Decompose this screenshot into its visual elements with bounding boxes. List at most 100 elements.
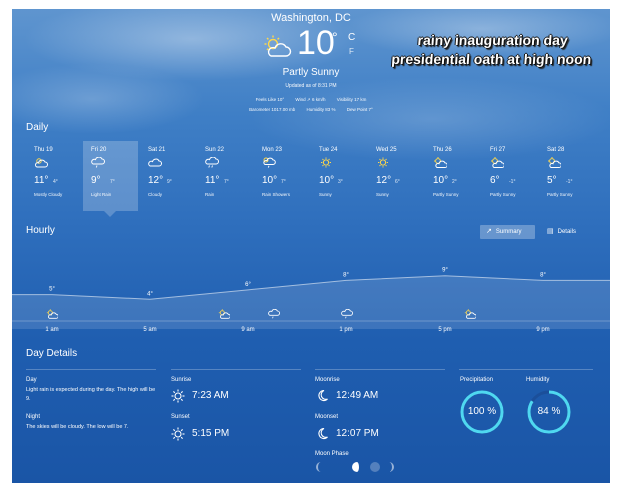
day-low-temp: 9° xyxy=(167,179,172,185)
moonrise-label: Moonrise xyxy=(315,377,340,383)
night-description: The skies will be cloudy. The low will b… xyxy=(26,424,129,430)
sunset-icon xyxy=(171,427,185,441)
day-low-temp: -1° xyxy=(566,179,573,185)
day-low-temp: 2° xyxy=(452,179,457,185)
humidity-stat: Humidity 83 % xyxy=(306,107,336,112)
day-low-temp: 3° xyxy=(338,179,343,185)
selected-day-indicator xyxy=(104,211,116,217)
details-button-label: Details xyxy=(557,229,576,235)
day-name: Tue 24 xyxy=(319,147,338,153)
overlay-caption: rainy inauguration day presidential oath… xyxy=(381,31,604,69)
day-low-temp: 7° xyxy=(224,179,229,185)
celsius-toggle[interactable]: C xyxy=(348,32,355,43)
precipitation-value: 100 % xyxy=(467,406,497,417)
daily-forecast-day[interactable]: Sat 21 12° 9° Cloudy xyxy=(140,141,195,211)
barometer: Barometer 1017.00 mb xyxy=(249,107,296,112)
dew-point: Dew Point 7° xyxy=(346,107,373,112)
day-high-temp: 12° xyxy=(148,175,164,186)
moon-phase-icons xyxy=(316,462,394,472)
cloudy-icon xyxy=(148,158,162,167)
day-description: Light rain is expected during the day. T… xyxy=(26,387,156,402)
hourly-time-label: 1 am xyxy=(45,327,59,333)
hourly-heading: Hourly xyxy=(26,225,55,236)
divider xyxy=(459,369,593,370)
day-name: Fri 20 xyxy=(91,147,107,153)
moon-phase-icon xyxy=(316,462,321,472)
sunrise-icon xyxy=(171,389,185,403)
night-label: Night xyxy=(26,414,41,420)
daily-forecast-day[interactable]: Fri 20 9° 7° Light Rain xyxy=(83,141,138,211)
moonset-icon xyxy=(318,427,328,440)
hourly-temp-label: 4° xyxy=(147,291,153,297)
day-name: Thu 26 xyxy=(433,147,452,153)
visibility: Visibility 17 km xyxy=(336,97,367,102)
daily-forecast-day[interactable]: Sat 28 5° -1° Partly Sunny xyxy=(539,141,594,211)
day-name: Wed 25 xyxy=(376,147,397,153)
overlay-caption-line-2: presidential oath at high noon xyxy=(390,51,592,67)
hourly-time-label: 5 pm xyxy=(438,327,452,333)
updated-time: Updated as of 8:31 PM xyxy=(285,83,337,89)
day-low-temp: 7° xyxy=(281,179,286,185)
moon-phase-label: Moon Phase xyxy=(315,451,349,457)
current-stats-row-2: Barometer 1017.00 mb Humidity 83 % Dew P… xyxy=(12,107,610,112)
day-high-temp: 5° xyxy=(547,175,557,186)
location-name[interactable]: Washington, DC xyxy=(12,12,610,24)
chart-icon: ↗ xyxy=(486,228,492,235)
overlay-caption-line-1: rainy inauguration day xyxy=(417,32,569,48)
day-high-temp: 12° xyxy=(376,175,392,186)
fahrenheit-toggle[interactable]: F xyxy=(349,47,354,56)
details-button[interactable]: ▤ Details xyxy=(541,225,591,239)
day-high-temp: 10° xyxy=(262,175,278,186)
precipitation-label: Precipitation xyxy=(460,377,494,383)
summary-button[interactable]: ↗ Summary xyxy=(480,225,535,239)
moonset-time: 12:07 PM xyxy=(336,428,379,439)
hourly-temperature-chart: 5° 4° 6° 8° 9° 8° xyxy=(12,268,610,329)
wind: Wind ↗ 6 km/h xyxy=(295,97,326,102)
daily-forecast-day[interactable]: Tue 24 10° 3° Sunny xyxy=(311,141,366,211)
day-condition: Light Rain xyxy=(91,192,112,197)
hourly-temp-label: 6° xyxy=(245,282,251,288)
humidity-value: 84 % xyxy=(537,406,561,417)
day-condition: Partly Sunny xyxy=(490,192,516,197)
moonrise-time: 12:49 AM xyxy=(336,390,379,401)
day-condition: Sunny xyxy=(319,192,332,197)
partly-sunny-icon xyxy=(264,35,292,57)
moonset-label: Moonset xyxy=(315,414,339,420)
divider xyxy=(26,369,156,370)
daily-forecast-day[interactable]: Thu 19 11° 4° Mostly Cloudy xyxy=(26,141,81,211)
daily-forecast-day[interactable]: Sun 22 11° 7° Rain xyxy=(197,141,252,211)
divider xyxy=(315,369,445,370)
day-high-temp: 11° xyxy=(205,175,220,186)
feels-like: Feels Like 10° xyxy=(255,97,285,102)
partly-sunny-icon xyxy=(548,157,561,168)
hourly-time-label: 9 am xyxy=(241,327,255,333)
day-name: Sun 22 xyxy=(205,147,225,153)
rain-showers-icon xyxy=(263,157,276,168)
day-high-temp: 6° xyxy=(490,175,500,186)
divider xyxy=(171,369,301,370)
sunset-label: Sunset xyxy=(171,414,190,420)
day-high-temp: 10° xyxy=(433,175,449,186)
hourly-temp-label: 8° xyxy=(540,272,546,278)
hourly-time-label: 1 pm xyxy=(339,327,353,333)
day-name: Sat 28 xyxy=(547,147,565,153)
day-condition: Partly Sunny xyxy=(433,192,459,197)
day-low-temp: 7° xyxy=(110,179,115,185)
daily-forecast-day[interactable]: Wed 25 12° 6° Sunny xyxy=(368,141,423,211)
daily-forecast-day[interactable]: Fri 27 6° -1° Partly Sunny xyxy=(482,141,537,211)
day-details-heading: Day Details xyxy=(26,348,78,359)
partly-sunny-icon xyxy=(491,157,504,168)
moon-phase-icon xyxy=(334,462,339,472)
day-name: Fri 27 xyxy=(490,147,506,153)
sunny-icon xyxy=(378,157,388,168)
day-condition: Partly Sunny xyxy=(547,192,573,197)
day-condition: Rain xyxy=(205,192,215,197)
weather-app-window: Washington, DC 10 ° C F Partly Sunny Upd… xyxy=(12,9,610,483)
day-high-temp: 9° xyxy=(91,175,101,186)
daily-forecast-day[interactable]: Thu 26 10° 2° Partly Sunny xyxy=(425,141,480,211)
sunrise-time: 7:23 AM xyxy=(192,390,229,401)
partly-sunny-icon xyxy=(434,157,447,168)
day-low-temp: 6° xyxy=(395,179,400,185)
current-stats-row-1: Feels Like 10° Wind ↗ 6 km/h Visibility … xyxy=(12,97,610,103)
daily-forecast-day[interactable]: Mon 23 10° 7° Rain Showers xyxy=(254,141,309,211)
